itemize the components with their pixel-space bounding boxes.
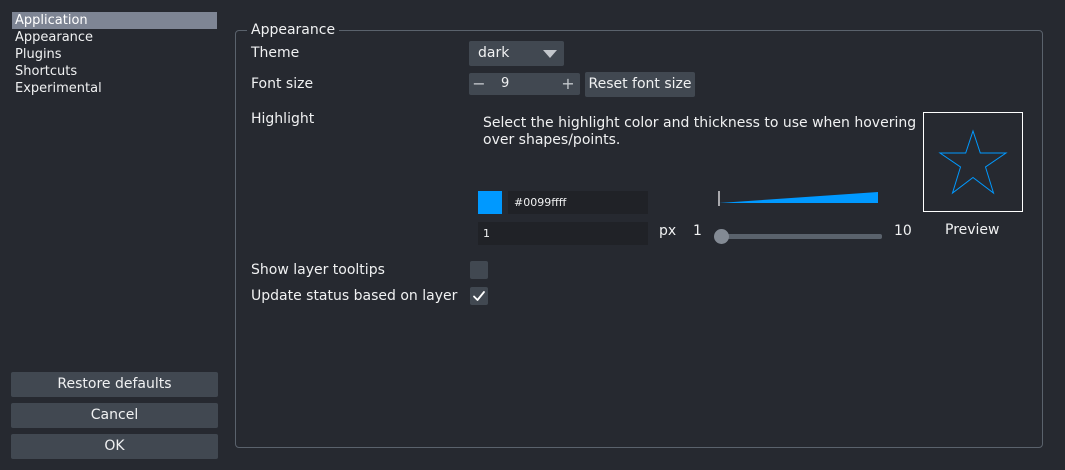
minus-icon[interactable]: − (469, 73, 489, 95)
slider-min-label: 1 (693, 223, 702, 239)
group-title: Appearance (247, 22, 340, 38)
font-size-value: 9 (501, 76, 510, 91)
thickness-slider-track[interactable] (717, 234, 882, 239)
thickness-slider-handle[interactable] (714, 229, 729, 244)
ok-button[interactable]: OK (11, 434, 218, 459)
slider-max-label: 10 (894, 223, 912, 239)
font-size-spinbox[interactable]: − 9 + (469, 73, 580, 95)
show-layer-tooltips-checkbox[interactable] (470, 261, 488, 279)
sidebar-item-experimental[interactable]: Experimental (12, 80, 217, 97)
cancel-button[interactable]: Cancel (11, 403, 218, 428)
reset-font-size-button[interactable]: Reset font size (585, 72, 695, 97)
star-icon (938, 129, 1008, 195)
restore-defaults-button[interactable]: Restore defaults (11, 372, 218, 397)
highlight-preview (923, 112, 1023, 212)
update-status-checkbox[interactable] (470, 287, 488, 305)
theme-label: Theme (251, 45, 300, 61)
theme-select-value: dark (478, 45, 510, 61)
preview-label: Preview (945, 222, 1000, 238)
chevron-down-icon (543, 50, 557, 58)
sidebar: Application Appearance Plugins Shortcuts… (12, 12, 217, 97)
sidebar-item-appearance[interactable]: Appearance (12, 29, 217, 46)
highlight-thickness-input[interactable]: 1 (478, 222, 648, 245)
plus-icon[interactable]: + (558, 73, 578, 95)
thickness-wedge-indicator (718, 191, 878, 206)
show-layer-tooltips-label: Show layer tooltips (251, 262, 385, 278)
px-unit-label: px (659, 223, 677, 239)
highlight-color-swatch[interactable] (478, 191, 502, 214)
highlight-color-hex-input[interactable]: #0099ffff (508, 191, 648, 214)
highlight-description: Select the highlight color and thickness… (483, 115, 917, 148)
highlight-label: Highlight (251, 111, 315, 127)
font-size-label: Font size (251, 76, 314, 92)
sidebar-item-plugins[interactable]: Plugins (12, 46, 217, 63)
checkmark-icon (473, 291, 485, 301)
sidebar-item-application[interactable]: Application (12, 12, 217, 29)
theme-select[interactable]: dark (469, 41, 564, 66)
sidebar-item-shortcuts[interactable]: Shortcuts (12, 63, 217, 80)
update-status-label: Update status based on layer (251, 288, 458, 304)
